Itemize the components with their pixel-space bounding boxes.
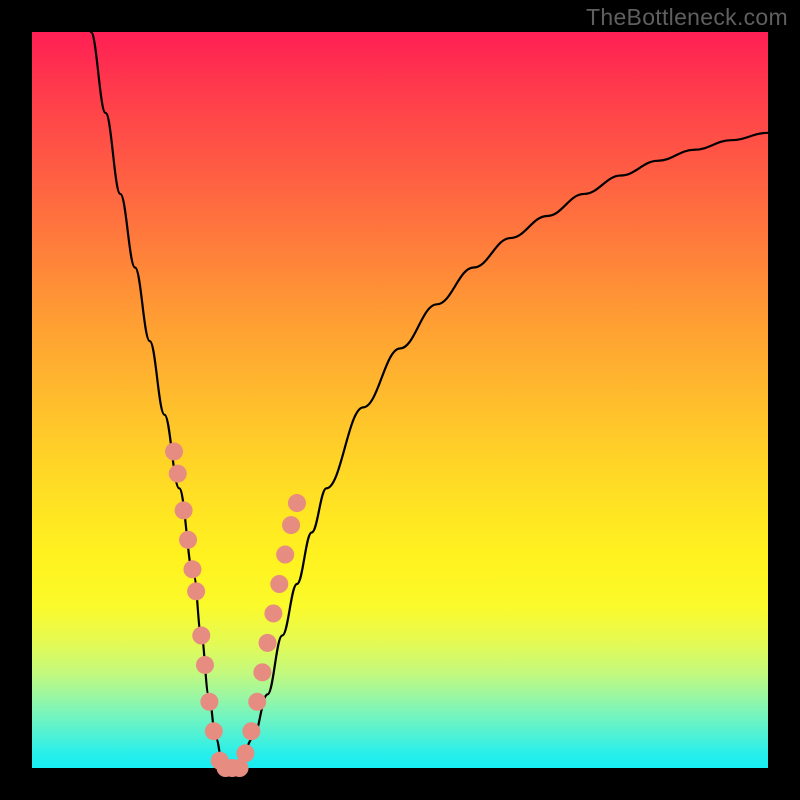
data-marker [236,744,254,762]
data-marker [259,634,277,652]
chart-frame: TheBottleneck.com [0,0,800,800]
data-marker [183,560,201,578]
data-marker [169,465,187,483]
data-marker [200,693,218,711]
data-marker [196,656,214,674]
data-marker [242,722,260,740]
data-marker [264,604,282,622]
chart-plot-area [32,32,768,768]
chart-svg [32,32,768,768]
marker-cluster-right [231,494,306,777]
data-marker [270,575,288,593]
data-marker [248,693,266,711]
data-marker [253,663,271,681]
bottleneck-curve [91,32,768,768]
data-marker [192,627,210,645]
marker-cluster-left [165,443,241,777]
watermark-text: TheBottleneck.com [586,4,788,31]
data-marker [282,516,300,534]
data-marker [165,443,183,461]
data-marker [179,531,197,549]
data-marker [288,494,306,512]
data-marker [187,582,205,600]
data-marker [205,722,223,740]
data-marker [175,501,193,519]
data-marker [276,546,294,564]
